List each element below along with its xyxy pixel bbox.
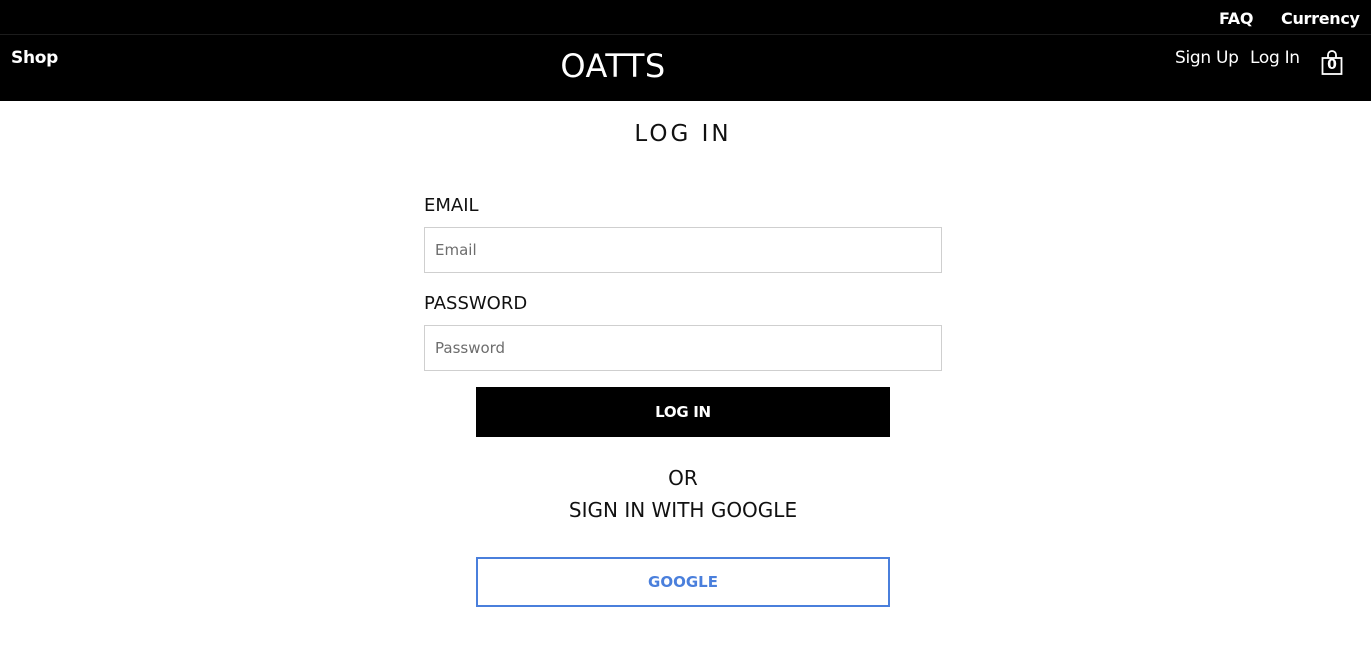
shop-link[interactable]: Shop [11, 48, 58, 68]
currency-link[interactable]: Currency [1281, 9, 1360, 28]
google-sign-in-prompt: SIGN IN WITH GOOGLE [568, 498, 798, 522]
google-sign-in-button[interactable]: GOOGLE [476, 557, 890, 607]
or-divider-text: OR [668, 466, 698, 490]
cart-button[interactable]: 0 [1320, 50, 1344, 76]
password-input[interactable] [424, 325, 942, 371]
email-label: EMAIL [424, 195, 479, 216]
log-in-link[interactable]: Log In [1250, 48, 1300, 68]
log-in-button[interactable]: LOG IN [476, 387, 890, 437]
top-utility-bar: FAQ Currency [0, 0, 1371, 35]
main-header: Shop OATTS Sign Up Log In 0 [0, 35, 1371, 101]
password-label: PASSWORD [424, 293, 528, 314]
email-input[interactable] [424, 227, 942, 273]
faq-link[interactable]: FAQ [1219, 9, 1253, 28]
cart-count: 0 [1327, 57, 1337, 73]
page-title: LOG IN [634, 121, 732, 147]
brand-logo[interactable]: OATTS [541, 47, 685, 85]
sign-up-link[interactable]: Sign Up [1175, 48, 1239, 68]
